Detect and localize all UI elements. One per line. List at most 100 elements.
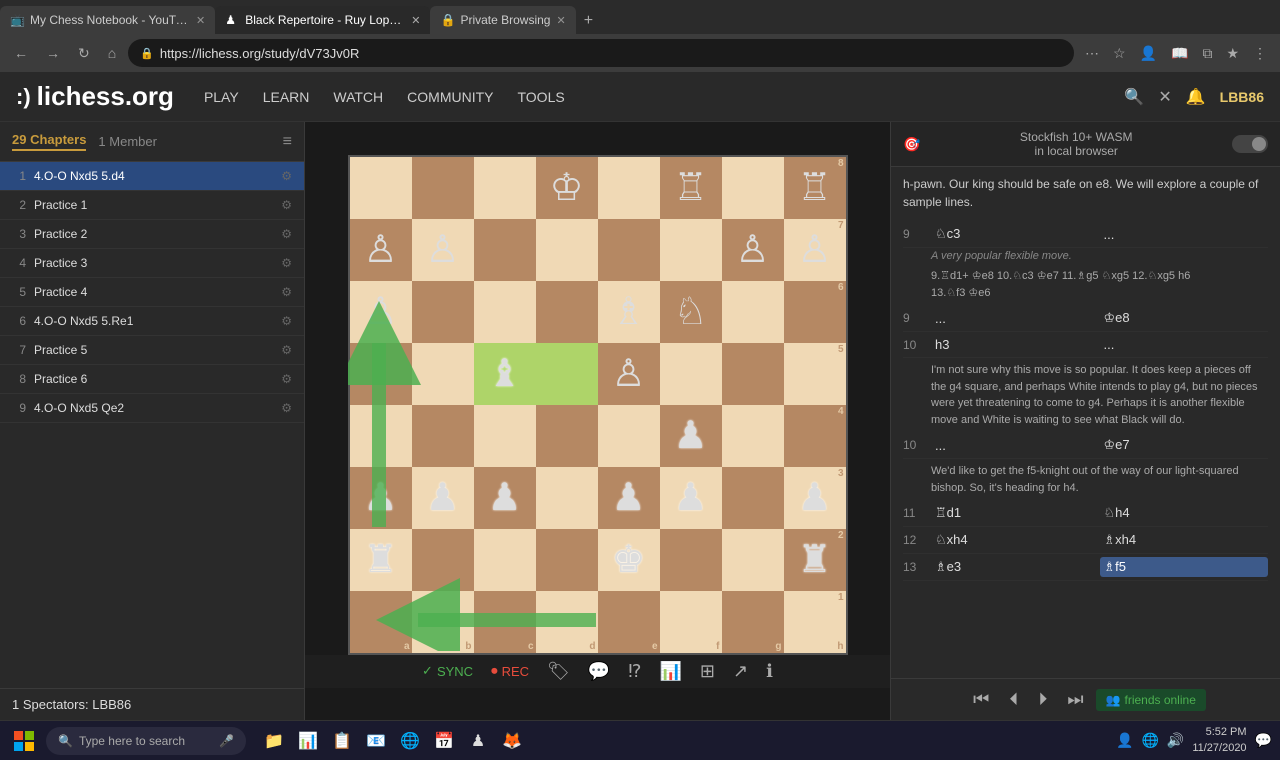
- move-white-9b[interactable]: ...: [931, 309, 1100, 328]
- tab-lichess[interactable]: ♟ Black Repertoire - Ruy Lopez: B... ✕: [215, 6, 430, 34]
- collections-icon[interactable]: ⧉: [1197, 42, 1217, 65]
- square-a7[interactable]: ♙: [350, 219, 412, 281]
- square-d6[interactable]: [536, 281, 598, 343]
- square-d3[interactable]: [536, 467, 598, 529]
- tag-button[interactable]: 🏷: [547, 661, 570, 682]
- square-f4[interactable]: ♟: [660, 405, 722, 467]
- taskbar-outlook[interactable]: 📧: [362, 727, 390, 755]
- nav-watch[interactable]: WATCH: [333, 85, 383, 109]
- chapter-item-9[interactable]: 9 4.O-O Nxd5 Qe2 ⚙: [0, 394, 304, 423]
- next-move-button[interactable]: ⏵: [1030, 685, 1055, 714]
- square-e5[interactable]: ♙: [598, 343, 660, 405]
- chapter-item-1[interactable]: 1 4.O-O Nxd5 5.d4 ⚙: [0, 162, 304, 191]
- square-c7[interactable]: [474, 219, 536, 281]
- square-f6[interactable]: ♘: [660, 281, 722, 343]
- refresh-button[interactable]: ↻: [72, 41, 96, 66]
- square-f5[interactable]: [660, 343, 722, 405]
- taskbar-edge[interactable]: 🌐: [396, 727, 424, 755]
- url-input[interactable]: [160, 46, 1062, 61]
- square-h1[interactable]: 1h: [784, 591, 846, 653]
- chapter-item-7[interactable]: 7 Practice 5 ⚙: [0, 336, 304, 365]
- bell-icon[interactable]: 🔔: [1186, 87, 1206, 107]
- forward-button[interactable]: →: [40, 41, 66, 65]
- share-button[interactable]: ↗: [733, 661, 748, 682]
- chapter-item-2[interactable]: 2 Practice 1 ⚙: [0, 191, 304, 220]
- square-f1[interactable]: f: [660, 591, 722, 653]
- move-black-10[interactable]: ...: [1100, 335, 1269, 354]
- square-f3[interactable]: ♟: [660, 467, 722, 529]
- move-white-10b[interactable]: ...: [931, 436, 1100, 455]
- bookmark-icon[interactable]: ☆: [1108, 42, 1131, 65]
- nav-play[interactable]: PLAY: [204, 85, 239, 109]
- chapter-settings-8[interactable]: ⚙: [281, 372, 292, 386]
- taskbar-file-explorer[interactable]: 📁: [260, 727, 288, 755]
- info-button[interactable]: ℹ: [766, 661, 773, 682]
- tab-close-lichess[interactable]: ✕: [411, 14, 420, 27]
- notification-icon[interactable]: 💬: [1255, 732, 1272, 749]
- square-h4[interactable]: 4: [784, 405, 846, 467]
- square-a6[interactable]: ♙: [350, 281, 412, 343]
- chapter-item-3[interactable]: 3 Practice 2 ⚙: [0, 220, 304, 249]
- nav-tools[interactable]: TOOLS: [517, 85, 564, 109]
- square-b6[interactable]: [412, 281, 474, 343]
- square-d2[interactable]: [536, 529, 598, 591]
- nav-community[interactable]: COMMUNITY: [407, 85, 493, 109]
- reader-icon[interactable]: 📖: [1166, 42, 1193, 65]
- square-b1[interactable]: b: [412, 591, 474, 653]
- square-g4[interactable]: [722, 405, 784, 467]
- square-g8[interactable]: [722, 157, 784, 219]
- profile-icon[interactable]: 👤: [1135, 42, 1162, 65]
- square-h3[interactable]: ♟3: [784, 467, 846, 529]
- move-white-9[interactable]: ♘c3: [931, 224, 1100, 244]
- home-button[interactable]: ⌂: [102, 41, 122, 65]
- taskbar-people-icon[interactable]: 👤: [1116, 732, 1133, 749]
- start-button[interactable]: [8, 727, 40, 755]
- square-a8[interactable]: [350, 157, 412, 219]
- tab-close-private[interactable]: ✕: [556, 14, 565, 27]
- square-e4[interactable]: [598, 405, 660, 467]
- favorites-icon[interactable]: ★: [1221, 42, 1244, 65]
- chapter-settings-5[interactable]: ⚙: [281, 285, 292, 299]
- square-e7[interactable]: [598, 219, 660, 281]
- tab-close-youtube[interactable]: ✕: [196, 14, 205, 27]
- chapter-settings-7[interactable]: ⚙: [281, 343, 292, 357]
- chapter-item-8[interactable]: 8 Practice 6 ⚙: [0, 365, 304, 394]
- square-d5[interactable]: [536, 343, 598, 405]
- nav-learn[interactable]: LEARN: [263, 85, 310, 109]
- last-move-button[interactable]: ⏭: [1059, 685, 1091, 714]
- move-black-11[interactable]: ♘h4: [1100, 503, 1269, 523]
- square-g5[interactable]: [722, 343, 784, 405]
- square-d8[interactable]: ♔: [536, 157, 598, 219]
- square-h2[interactable]: ♜2: [784, 529, 846, 591]
- taskbar-excel[interactable]: 📊: [294, 727, 322, 755]
- move-white-11[interactable]: ♖d1: [931, 503, 1100, 523]
- square-a5[interactable]: [350, 343, 412, 405]
- grid-button[interactable]: ⊞: [700, 661, 715, 682]
- square-d4[interactable]: [536, 405, 598, 467]
- chapters-tab[interactable]: 29 Chapters: [12, 132, 86, 151]
- taskbar-calendar[interactable]: 📅: [430, 727, 458, 755]
- square-d7[interactable]: [536, 219, 598, 281]
- taskbar-volume-icon[interactable]: 🔊: [1167, 732, 1184, 749]
- settings-icon[interactable]: ⋮: [1248, 42, 1272, 65]
- chapter-settings-3[interactable]: ⚙: [281, 227, 292, 241]
- square-g3[interactable]: [722, 467, 784, 529]
- chapters-menu-icon[interactable]: ≡: [283, 133, 292, 151]
- square-f2[interactable]: [660, 529, 722, 591]
- tab-private[interactable]: 🔒 Private Browsing ✕: [430, 6, 575, 34]
- square-c5[interactable]: ♝: [474, 343, 536, 405]
- square-e2[interactable]: ♚: [598, 529, 660, 591]
- square-d1[interactable]: d: [536, 591, 598, 653]
- square-c4[interactable]: [474, 405, 536, 467]
- friends-online-button[interactable]: 👥 friends online: [1096, 689, 1206, 711]
- chat-button[interactable]: 💬: [588, 661, 610, 682]
- move-black-9[interactable]: ...: [1100, 225, 1269, 244]
- extensions-button[interactable]: ⋯: [1080, 42, 1104, 65]
- move-black-10b[interactable]: ♔e7: [1100, 435, 1269, 455]
- chapter-item-5[interactable]: 5 Practice 4 ⚙: [0, 278, 304, 307]
- taskbar-search[interactable]: 🔍 Type here to search 🎤: [46, 727, 246, 755]
- square-c1[interactable]: c: [474, 591, 536, 653]
- square-h8[interactable]: ♖8: [784, 157, 846, 219]
- sync-button[interactable]: ✓ SYNC: [422, 663, 473, 679]
- chapter-settings-4[interactable]: ⚙: [281, 256, 292, 270]
